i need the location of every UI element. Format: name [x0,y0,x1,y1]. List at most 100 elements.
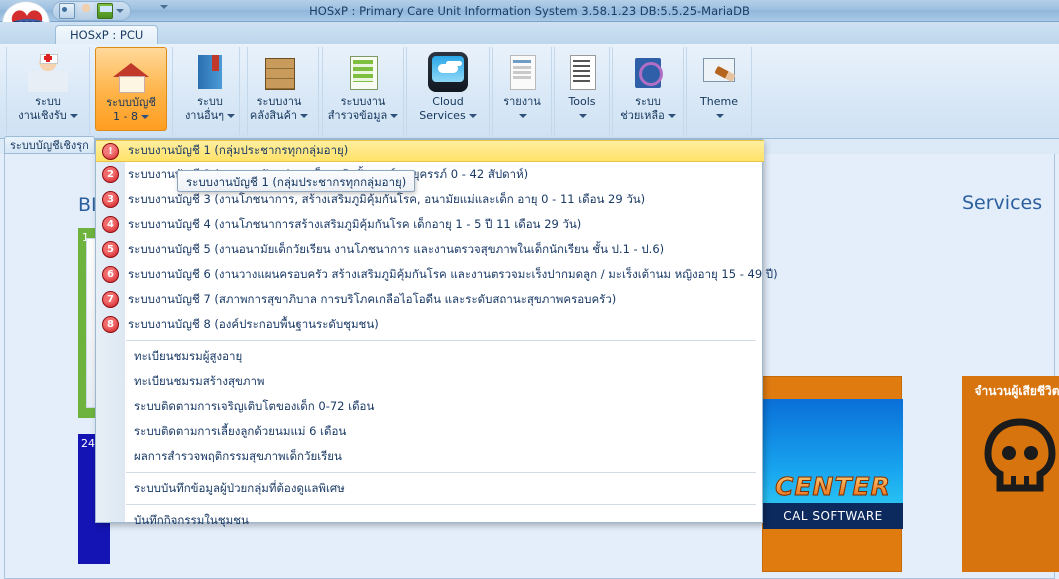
application-window: HOSxP : Primary Care Unit Information Sy… [0,0,1059,579]
chevron-down-icon[interactable] [579,114,588,118]
services-section-title: Services [962,192,1043,214]
quick-access-toolbar[interactable] [52,1,131,21]
ribbon-label: ระบบ งานอื่นๆ [185,95,236,123]
window-title: HOSxP : Primary Care Unit Information Sy… [309,4,750,18]
ribbon-label-line1: ระบบ [635,95,661,108]
ribbon-button-theme[interactable]: Theme [686,47,752,135]
ribbon-button-reports[interactable]: รายงาน [492,47,552,135]
tab-proactive-account-system[interactable]: ระบบบัญชีเชิงรุก [4,136,95,154]
chevron-down-icon[interactable] [160,5,168,9]
ribbon-button-account-1-8[interactable]: ระบบบัญชี 1 - 8 [95,47,167,131]
bi-section-title: BI [78,194,97,216]
menu-item-badge: 6 [102,266,119,283]
ribbon-button-data-survey[interactable]: ระบบงาน สำรวจข้อมูล [322,47,404,135]
menu-item[interactable]: ระบบติดตามการเจริญเติบโตของเด็ก 0-72 เดื… [96,394,764,419]
tab-hosxp-pcu[interactable]: HOSxP : PCU [55,25,159,44]
ribbon-button-help[interactable]: ระบบ ช่วยเหลือ [612,47,684,135]
menu-item-badge: 2 [102,166,119,183]
ribbon-label-line2: คลังสินค้า [249,109,298,122]
menu-item[interactable]: ผลการสำรวจพฤติกรรมสุขภาพเด็กวัยเรียน [96,444,764,469]
account-systems-dropdown-menu[interactable]: ! ระบบงานบัญชี 1 (กลุ่มประชากรทุกกลุ่มอาย… [95,139,778,527]
chevron-down-icon[interactable] [227,114,236,118]
menu-item-label: ระบบงานบัญชี 5 (งานอนามัยเด็กวัยเรียน งา… [128,241,665,256]
menu-item[interactable]: 4 ระบบงานบัญชี 4 (งานโภชนาการสร้างเสริมภู… [96,212,764,237]
services-tile-deaths[interactable]: จำนวนผู้เสียชีวิต [962,376,1059,572]
chevron-down-icon[interactable] [667,114,676,118]
services-tile-title: จำนวนผู้เสียชีวิต [974,384,1059,398]
ribbon-label-line2: ช่วยเหลือ [620,109,665,122]
ribbon-label-line1: Theme [700,95,738,108]
person-icon[interactable] [78,3,94,19]
menu-tooltip: ระบบงานบัญชี 1 (กลุ่มประชากรทุกกลุ่มอายุ… [177,170,416,192]
ribbon-label: Tools [568,95,596,123]
menu-item-label: ระบบติดตามการเลี้ยงลูกด้วยนมแม่ 6 เดือน [134,423,347,438]
nurse-icon [28,52,68,92]
menu-separator [126,472,756,473]
title-bar: HOSxP : Primary Care Unit Information Sy… [0,0,1059,22]
chevron-down-icon[interactable] [140,115,149,119]
ribbon-label: ระบบ งานเชิงรับ [18,95,78,123]
chevron-down-icon[interactable] [716,114,725,118]
ribbon-label-line2: Services [419,109,466,122]
menu-item-label: ผลการสำรวจพฤติกรรมสุขภาพเด็กวัยเรียน [134,448,342,463]
ribbon-label-line1: ระบบ [197,95,223,108]
ribbon-label-line1: ระบบบัญชี [106,96,156,109]
ribbon-label-line1: รายงาน [503,95,541,108]
contact-card-icon[interactable] [59,3,75,19]
menu-item-badge: 3 [102,191,119,208]
ribbon-button-cloud-services[interactable]: Cloud Services [406,47,490,135]
ribbon-toolbar: ระบบ งานเชิงรับ ระบบบัญชี 1 - 8 ระบบ งาน… [0,44,1059,139]
menu-item-label: ทะเบียนชมรมผู้สูงอายุ [134,348,243,363]
chevron-down-icon[interactable] [390,114,399,118]
customize-quick-access-button[interactable] [160,5,168,9]
menu-item[interactable]: ทะเบียนชมรมผู้สูงอายุ [96,344,764,369]
ribbon-label-line1: Tools [568,95,596,108]
menu-item[interactable]: 8 ระบบงานบัญชี 8 (องค์ประกอบพื้นฐานระดับช… [96,312,764,337]
ribbon-label-line1: ระบบงาน [256,95,302,108]
picture-icon[interactable] [97,3,113,19]
chevron-down-icon[interactable] [300,114,309,118]
menu-item[interactable]: 5 ระบบงานบัญชี 5 (งานอนามัยเด็กวัยเรียน ง… [96,237,764,262]
menu-item-label: ทะเบียนชมรมสร้างสุขภาพ [134,373,265,388]
ribbon-label: ระบบงาน สำรวจข้อมูล [328,95,399,123]
menu-item[interactable]: 6 ระบบงานบัญชี 6 (งานวางแผนครอบครัว สร้าง… [96,262,778,287]
menu-item-label: ระบบงานบัญชี 1 (กลุ่มประชากรทุกกลุ่มอายุ… [128,143,349,157]
chevron-down-icon[interactable] [116,9,124,13]
ribbon-button-other-systems[interactable]: ระบบ งานอื่นๆ [172,47,248,135]
ribbon-label-line1: Cloud [432,95,464,108]
chevron-down-icon[interactable] [519,114,528,118]
chevron-down-icon[interactable] [468,114,477,118]
skull-icon [984,418,1056,492]
menu-item[interactable]: 7 ระบบงานบัญชี 7 (สภาพการสุขาภิบาล การบริ… [96,287,764,312]
menu-separator [126,504,756,505]
bms-medical-software-banner: CENTER CAL SOFTWARE [762,376,903,572]
ribbon-label: รายงาน [503,95,541,123]
menu-item[interactable]: ทะเบียนชมรมสร้างสุขภาพ [96,369,764,394]
menu-item[interactable]: ระบบบันทึกข้อมูลผู้ป่วยกลุ่มที่ต้องดูแลพ… [96,476,764,501]
bms-center-text: CENTER [763,472,903,502]
ribbon-button-tools[interactable]: Tools [554,47,610,135]
chevron-down-icon[interactable] [69,114,78,118]
ribbon-label-line2: 1 - 8 [113,110,138,123]
menu-item-label: ระบบงานบัญชี 6 (งานวางแผนครอบครัว สร้างเ… [128,266,778,281]
ribbon-label: ระบบงาน คลังสินค้า [249,95,309,123]
ribbon-button-reactive-system[interactable]: ระบบ งานเชิงรับ [6,47,90,135]
book-icon [190,52,230,92]
menu-item-label: ระบบงานบัญชี 4 (งานโภชนาการสร้างเสริมภูม… [128,216,582,231]
ribbon-button-inventory[interactable]: ระบบงาน คลังสินค้า [239,47,319,135]
menu-item-label: ระบบบันทึกข้อมูลผู้ป่วยกลุ่มที่ต้องดูแลพ… [134,480,345,495]
menu-item-badge: 8 [102,316,119,333]
menu-item-badge: ! [102,142,119,160]
theme-icon [699,52,739,92]
menu-item-list: ! ระบบงานบัญชี 1 (กลุ่มประชากรทุกกลุ่มอาย… [96,140,778,533]
menu-item-label: ระบบติดตามการเจริญเติบโตของเด็ก 0-72 เดื… [134,398,375,413]
ribbon-label-line1: ระบบงาน [340,95,386,108]
ribbon-label: ระบบบัญชี 1 - 8 [106,96,156,124]
menu-item[interactable]: ระบบติดตามการเลี้ยงลูกด้วยนมแม่ 6 เดือน [96,419,764,444]
menu-item-label: ระบบงานบัญชี 7 (สภาพการสุขาภิบาล การบริโ… [128,291,617,306]
menu-item[interactable]: ! ระบบงานบัญชี 1 (กลุ่มประชากรทุกกลุ่มอาย… [96,140,764,162]
ribbon-label-line2: สำรวจข้อมูล [327,109,388,122]
menu-item[interactable]: บันทึกกิจกรรมในชุมชน [96,508,764,533]
ribbon-label-line2: งานเชิงรับ [18,109,67,122]
menu-item-badge: 4 [102,216,119,233]
